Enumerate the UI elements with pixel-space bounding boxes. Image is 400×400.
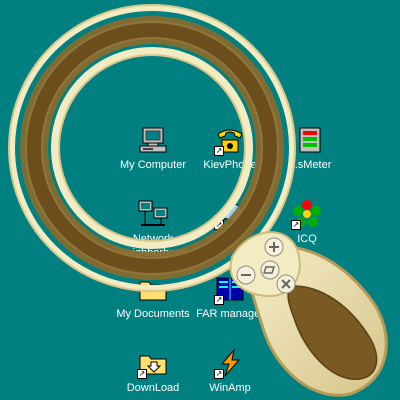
- network-icon: [137, 198, 169, 230]
- computer-icon: [137, 124, 169, 156]
- search-icon: ↗: [214, 198, 246, 230]
- close-button[interactable]: [276, 274, 296, 294]
- folder-icon: [137, 273, 169, 305]
- desktop-icon-winamp[interactable]: ↗ WinAmp: [190, 347, 270, 395]
- shortcut-arrow-icon: ↗: [291, 220, 301, 230]
- desktop-icon-my-computer[interactable]: My Computer: [113, 124, 193, 172]
- desktop-icon-search[interactable]: ↗ ...: [190, 198, 270, 246]
- desktop-icon-my-documents[interactable]: My Documents: [113, 273, 193, 321]
- shortcut-arrow-icon: ↗: [214, 369, 224, 379]
- shortcut-arrow-icon: ↗: [214, 295, 224, 305]
- icon-label-network-neighborhood: Network Neighborhood: [118, 233, 188, 259]
- desktop-icon-app[interactable]: F...: [256, 273, 336, 321]
- shortcut-arrow-icon: ↗: [137, 369, 147, 379]
- desktop-icon-meter[interactable]: ...sMeter: [270, 124, 350, 172]
- phone-icon: ↗: [214, 124, 246, 156]
- winamp-icon: ↗: [214, 347, 246, 379]
- icon-label-kievphone: KievPhone: [203, 159, 257, 171]
- zoom-in-icon: [264, 237, 284, 257]
- desktop-icon-kievphone[interactable]: ↗ KievPhone: [190, 124, 270, 172]
- meter-icon: [294, 124, 326, 156]
- icon-label-my-documents: My Documents: [116, 308, 190, 320]
- close-icon: [276, 274, 296, 294]
- shortcut-arrow-icon: ↗: [214, 220, 224, 230]
- icq-flower-icon: ↗: [291, 198, 323, 230]
- download-folder-icon: ↗: [137, 347, 169, 379]
- shortcut-arrow-icon: ↗: [214, 146, 224, 156]
- desktop: My Computer ↗ KievPhone ...sMeter Networ…: [0, 0, 400, 400]
- zoom-out-icon: [236, 265, 256, 285]
- icon-label-meter: ...sMeter: [288, 159, 332, 171]
- icon-label-download: DownLoad: [126, 382, 180, 394]
- icon-label-winamp: WinAmp: [209, 382, 251, 394]
- icon-label-my-computer: My Computer: [119, 159, 187, 171]
- desktop-icon-network-neighborhood[interactable]: Network Neighborhood: [113, 198, 193, 260]
- icon-label-search: ...: [225, 233, 235, 245]
- desktop-icon-download[interactable]: ↗ DownLoad: [113, 347, 193, 395]
- zoom-out-button[interactable]: [236, 265, 256, 285]
- zoom-in-button[interactable]: [264, 237, 284, 257]
- icon-label-app: F...: [288, 308, 304, 320]
